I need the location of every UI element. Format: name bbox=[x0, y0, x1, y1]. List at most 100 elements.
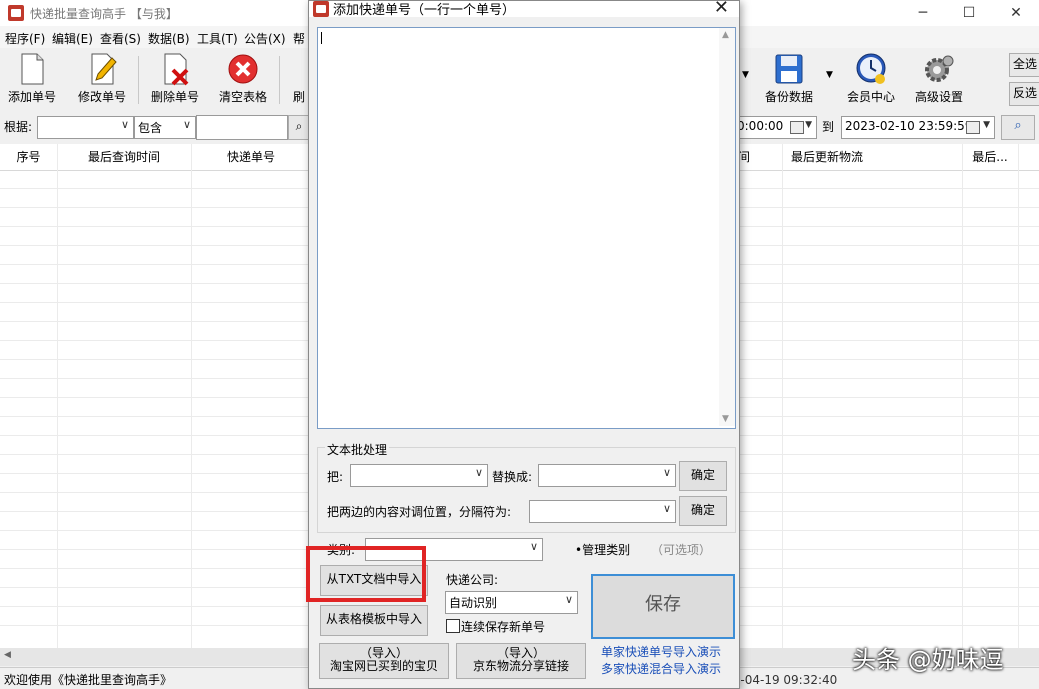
replace-from-label: 把: bbox=[327, 470, 344, 484]
optional-hint: （可选项） bbox=[651, 543, 712, 557]
menu-tools[interactable]: 工具(T) bbox=[197, 30, 238, 47]
clock-user-icon bbox=[856, 53, 886, 84]
refresh-button[interactable]: 刷 bbox=[290, 52, 308, 108]
date-search-button[interactable]: ⌕ bbox=[1001, 115, 1035, 140]
column-header-last-logistics[interactable]: 最后更新物流 bbox=[782, 144, 872, 170]
keyword-input[interactable] bbox=[196, 115, 288, 140]
edit-number-button[interactable]: 修改单号 bbox=[74, 52, 130, 108]
to-label: 到 bbox=[822, 120, 835, 134]
courier-label: 快递公司: bbox=[446, 573, 499, 587]
continuous-save-checkbox[interactable] bbox=[446, 619, 460, 633]
continuous-save-label: 连续保存新单号 bbox=[461, 620, 546, 634]
delete-document-icon bbox=[164, 53, 189, 86]
chevron-down-icon: ∨ bbox=[182, 118, 191, 131]
text-caret bbox=[321, 32, 322, 44]
invert-selection-button[interactable]: 反选 bbox=[1009, 82, 1039, 106]
menu-notice[interactable]: 公告(X) bbox=[244, 30, 286, 47]
maximize-icon[interactable]: ☐ bbox=[946, 0, 992, 26]
import-taobao-button[interactable]: （导入） 淘宝网已买到的宝贝 bbox=[319, 643, 449, 679]
app-logo-icon bbox=[8, 5, 24, 21]
multi-courier-demo-link[interactable]: 多家快递混合导入演示 bbox=[601, 660, 721, 677]
clear-table-button[interactable]: 清空表格 bbox=[214, 52, 272, 108]
toolbar-separator bbox=[279, 56, 280, 104]
grid-column-line bbox=[962, 144, 963, 648]
menu-help[interactable]: 帮 bbox=[293, 30, 305, 47]
refresh-icon bbox=[290, 52, 308, 86]
save-button[interactable]: 保存 bbox=[591, 574, 735, 639]
date-from-input[interactable]: 0:00:00 ▼ bbox=[736, 116, 817, 139]
replace-to-label: 替换成: bbox=[492, 470, 533, 484]
chevron-down-icon: ∨ bbox=[474, 466, 483, 479]
dialog-app-icon bbox=[313, 1, 329, 17]
scroll-left-arrow-icon[interactable]: ◀ bbox=[4, 650, 11, 660]
advanced-settings-button[interactable]: 高级设置 bbox=[910, 52, 968, 108]
import-jd-bottom-label: 京东物流分享链接 bbox=[472, 659, 569, 673]
backup-data-button[interactable]: 备份数据 bbox=[760, 52, 818, 108]
replace-confirm-button[interactable]: 确定 bbox=[679, 461, 727, 491]
grid-column-line bbox=[1018, 144, 1019, 648]
column-header-last-query-time[interactable]: 最后查询时间 bbox=[57, 144, 191, 170]
delete-number-button[interactable]: 删除单号 bbox=[146, 52, 204, 108]
search-icon: ⌕ bbox=[295, 119, 303, 133]
courier-select[interactable]: 自动识别 ∨ bbox=[445, 591, 578, 614]
main-window-title: 快递批量查询高手 【与我】 bbox=[30, 7, 178, 21]
member-dropdown-arrow-icon[interactable]: ▼ bbox=[826, 70, 833, 80]
single-courier-demo-link[interactable]: 单家快递单号导入演示 bbox=[601, 643, 721, 660]
dialog-close-icon[interactable]: ✕ bbox=[714, 0, 729, 18]
add-number-button[interactable]: 添加单号 bbox=[4, 52, 60, 108]
import-jd-button[interactable]: （导入） 京东物流分享链接 bbox=[456, 643, 586, 679]
swap-label: 把两边的内容对调位置，分隔符为: bbox=[327, 505, 512, 519]
import-from-sheet-template-button[interactable]: 从表格模板中导入 bbox=[320, 605, 428, 636]
gear-icon bbox=[925, 55, 954, 82]
batch-processing-legend: 文本批处理 bbox=[325, 441, 390, 458]
search-button[interactable]: ⌕ bbox=[288, 115, 310, 140]
watermark-text: 头条 @奶味逗 bbox=[852, 646, 1004, 674]
column-header-index[interactable]: 序号 bbox=[0, 144, 57, 170]
basis-select[interactable]: ∨ bbox=[37, 116, 134, 139]
chevron-down-icon: ▼ bbox=[805, 120, 812, 130]
floppy-disk-icon bbox=[775, 54, 803, 84]
column-header-tracking-number[interactable]: 快递单号 bbox=[191, 144, 311, 170]
replace-to-select[interactable]: ∨ bbox=[538, 464, 676, 487]
close-icon[interactable]: ✕ bbox=[993, 0, 1039, 26]
menu-view[interactable]: 查看(S) bbox=[100, 30, 141, 47]
clear-x-icon bbox=[228, 54, 258, 84]
document-icon bbox=[21, 53, 44, 85]
date-to-input[interactable]: 2023-02-10 23:59:59 ▼ bbox=[841, 116, 995, 139]
menu-edit[interactable]: 编辑(E) bbox=[52, 30, 93, 47]
basis-label: 根据: bbox=[4, 120, 33, 134]
calendar-icon bbox=[790, 121, 804, 134]
grid-column-line bbox=[191, 144, 192, 648]
dialog-title: 添加快递单号（一行一个单号） bbox=[333, 3, 516, 18]
calendar-icon bbox=[966, 121, 980, 134]
scroll-up-arrow-icon[interactable]: ▲ bbox=[722, 30, 729, 40]
chevron-down-icon: ∨ bbox=[564, 593, 573, 606]
separator-select[interactable]: ∨ bbox=[529, 500, 676, 523]
match-mode-select[interactable]: 包含 ∨ bbox=[134, 116, 196, 139]
menu-program[interactable]: 程序(F) bbox=[5, 30, 45, 47]
search-icon: ⌕ bbox=[1014, 118, 1022, 133]
import-taobao-bottom-label: 淘宝网已买到的宝贝 bbox=[329, 659, 438, 673]
chevron-down-icon: ∨ bbox=[529, 540, 538, 553]
manage-category-link[interactable]: •管理类别 bbox=[575, 541, 630, 558]
column-header-last-more[interactable]: 最后... bbox=[962, 144, 1018, 170]
backup-dropdown-arrow-icon[interactable]: ▼ bbox=[742, 70, 749, 80]
menu-data[interactable]: 数据(B) bbox=[148, 30, 190, 47]
scroll-down-arrow-icon[interactable]: ▼ bbox=[722, 414, 729, 424]
member-center-button[interactable]: 会员中心 bbox=[842, 52, 900, 108]
swap-confirm-button[interactable]: 确定 bbox=[679, 496, 727, 526]
select-all-button[interactable]: 全选 bbox=[1009, 53, 1039, 77]
tracking-numbers-textarea[interactable]: ▲ ▼ bbox=[317, 27, 736, 429]
grid-column-line bbox=[57, 144, 58, 648]
chevron-down-icon: ▼ bbox=[983, 120, 990, 130]
status-welcome-text: 欢迎使用《快递批里查询高手》 bbox=[4, 673, 173, 687]
chevron-down-icon: ∨ bbox=[662, 466, 671, 479]
grid-column-line bbox=[782, 144, 783, 648]
dialog-title-bar: 添加快递单号（一行一个单号） ✕ bbox=[309, 0, 739, 18]
highlight-box bbox=[306, 546, 426, 602]
minimize-icon[interactable]: ─ bbox=[900, 0, 946, 26]
replace-from-select[interactable]: ∨ bbox=[350, 464, 488, 487]
edit-document-icon bbox=[91, 53, 117, 85]
textarea-scrollbar[interactable]: ▲ ▼ bbox=[719, 28, 735, 426]
toolbar-separator bbox=[138, 56, 139, 104]
